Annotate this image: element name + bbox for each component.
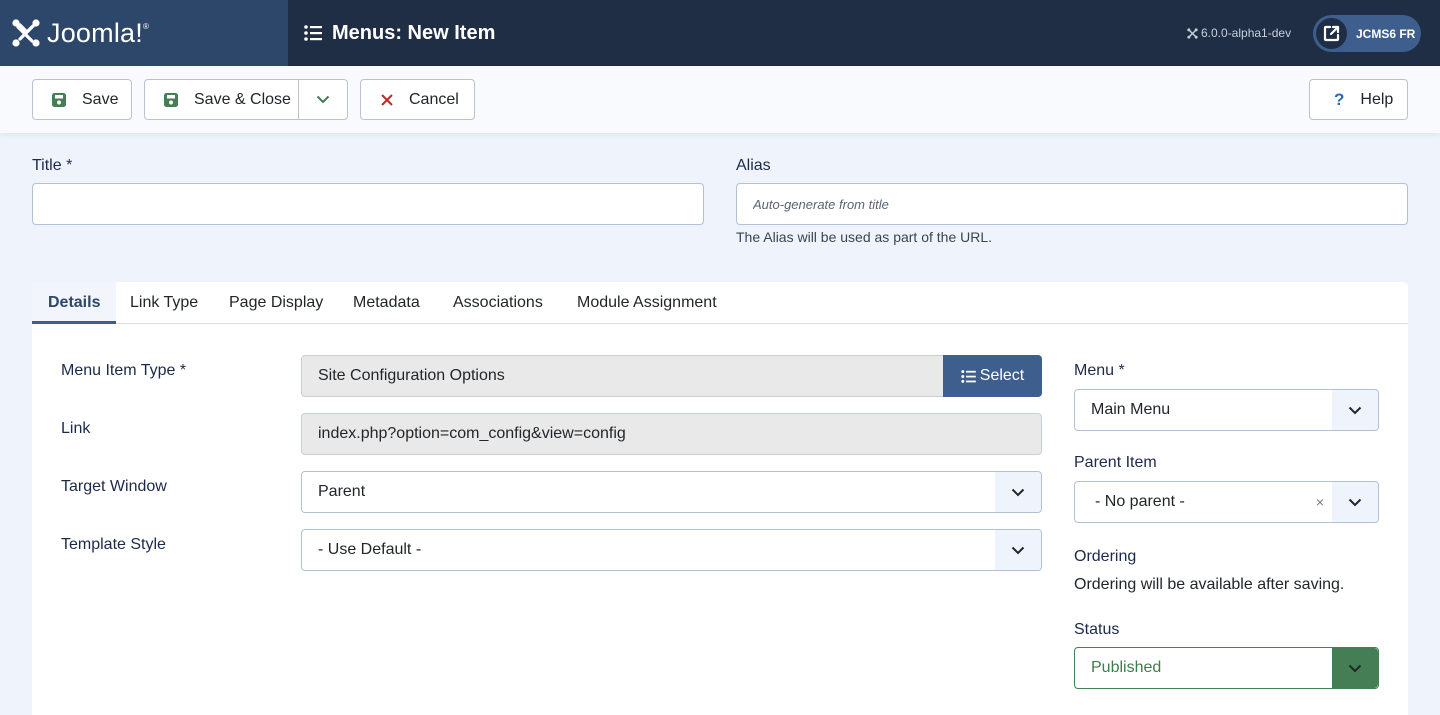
parent-item-label: Parent Item <box>1074 454 1157 471</box>
joomla-logo-icon <box>11 18 41 48</box>
alias-label: Alias <box>736 157 771 174</box>
list-icon <box>304 25 322 41</box>
template-style-select[interactable]: - Use Default - <box>301 529 1042 571</box>
tab-metadata[interactable]: Metadata <box>337 282 436 324</box>
question-mark-icon: ? <box>1334 89 1345 109</box>
status-select[interactable]: Published <box>1074 647 1379 689</box>
chevron-down-icon <box>1332 648 1378 688</box>
help-button[interactable]: ? Help <box>1309 79 1408 120</box>
link-value: index.php?option=com_config&view=config <box>318 425 626 442</box>
close-icon <box>381 93 393 106</box>
save-close-label: Save & Close <box>194 90 291 108</box>
cancel-label: Cancel <box>409 90 459 108</box>
tab-page-display[interactable]: Page Display <box>213 282 339 324</box>
title-label: Title * <box>32 157 73 174</box>
external-link-icon <box>1316 18 1347 49</box>
chevron-down-icon <box>1332 390 1378 430</box>
select-label: Select <box>979 367 1025 384</box>
view-site-button[interactable]: JCMS6 FR <box>1313 15 1421 52</box>
alias-help-text: The Alias will be used as part of the UR… <box>736 229 993 245</box>
page-title-text: Menus: New Item <box>332 21 496 44</box>
version-info: 6.0.0-alpha1-dev <box>1187 26 1291 40</box>
menu-item-type-value: Site Configuration Options <box>318 367 505 384</box>
chevron-down-icon <box>995 530 1041 570</box>
chevron-down-icon <box>995 472 1041 512</box>
tab-bar: Details Link Type Page Display Metadata … <box>32 282 1408 324</box>
template-style-label: Template Style <box>61 536 166 553</box>
title-input[interactable] <box>32 183 704 225</box>
save-label: Save <box>82 90 119 108</box>
page-title: Menus: New Item <box>304 0 495 66</box>
target-window-select[interactable]: Parent <box>301 471 1042 513</box>
help-label: Help <box>1360 90 1394 108</box>
status-label: Status <box>1074 621 1120 638</box>
floppy-disk-icon <box>52 92 66 107</box>
link-label: Link <box>61 420 91 437</box>
floppy-disk-icon <box>164 92 178 107</box>
toolbar: Save Save & Close Cancel ? Help <box>0 66 1440 133</box>
parent-item-select[interactable]: - No parent - × <box>1074 481 1379 523</box>
logo-text: Joomla!® <box>47 17 150 48</box>
joomla-logo[interactable]: Joomla!® <box>0 0 288 66</box>
parent-item-value: - No parent - <box>1095 493 1185 510</box>
menu-value: Main Menu <box>1091 401 1171 418</box>
select-menu-item-type-button[interactable]: Select <box>943 355 1042 397</box>
save-close-button[interactable]: Save & Close <box>144 79 299 120</box>
site-name: JCMS6 FR <box>1356 26 1416 41</box>
menu-select[interactable]: Main Menu <box>1074 389 1379 431</box>
list-icon <box>961 369 976 383</box>
cancel-button[interactable]: Cancel <box>360 79 475 120</box>
save-options-dropdown-button[interactable] <box>298 79 348 120</box>
menu-label: Menu * <box>1074 362 1125 379</box>
status-value: Published <box>1091 659 1162 676</box>
target-window-value: Parent <box>318 483 366 500</box>
chevron-down-icon <box>1332 482 1378 522</box>
clear-icon[interactable]: × <box>1316 494 1324 510</box>
chevron-down-icon <box>316 95 330 104</box>
template-style-value: - Use Default - <box>318 541 422 558</box>
ordering-label: Ordering <box>1074 548 1137 565</box>
joomla-small-icon <box>1187 27 1198 39</box>
target-window-label: Target Window <box>61 478 167 495</box>
version-text: 6.0.0-alpha1-dev <box>1201 26 1292 40</box>
menu-item-type-field: Site Configuration Options <box>301 355 945 397</box>
alias-input[interactable] <box>736 183 1408 225</box>
tab-link-type[interactable]: Link Type <box>114 282 214 324</box>
tab-associations[interactable]: Associations <box>437 282 559 324</box>
tab-module-assignment[interactable]: Module Assignment <box>561 282 733 324</box>
menu-item-type-label: Menu Item Type * <box>61 362 187 379</box>
header: Joomla!® Menus: New Item 6.0.0-alpha1-de… <box>0 0 1440 66</box>
ordering-text: Ordering will be available after saving. <box>1074 576 1345 593</box>
tab-details[interactable]: Details <box>32 282 117 324</box>
link-field: index.php?option=com_config&view=config <box>301 413 1042 455</box>
save-button[interactable]: Save <box>32 79 132 120</box>
